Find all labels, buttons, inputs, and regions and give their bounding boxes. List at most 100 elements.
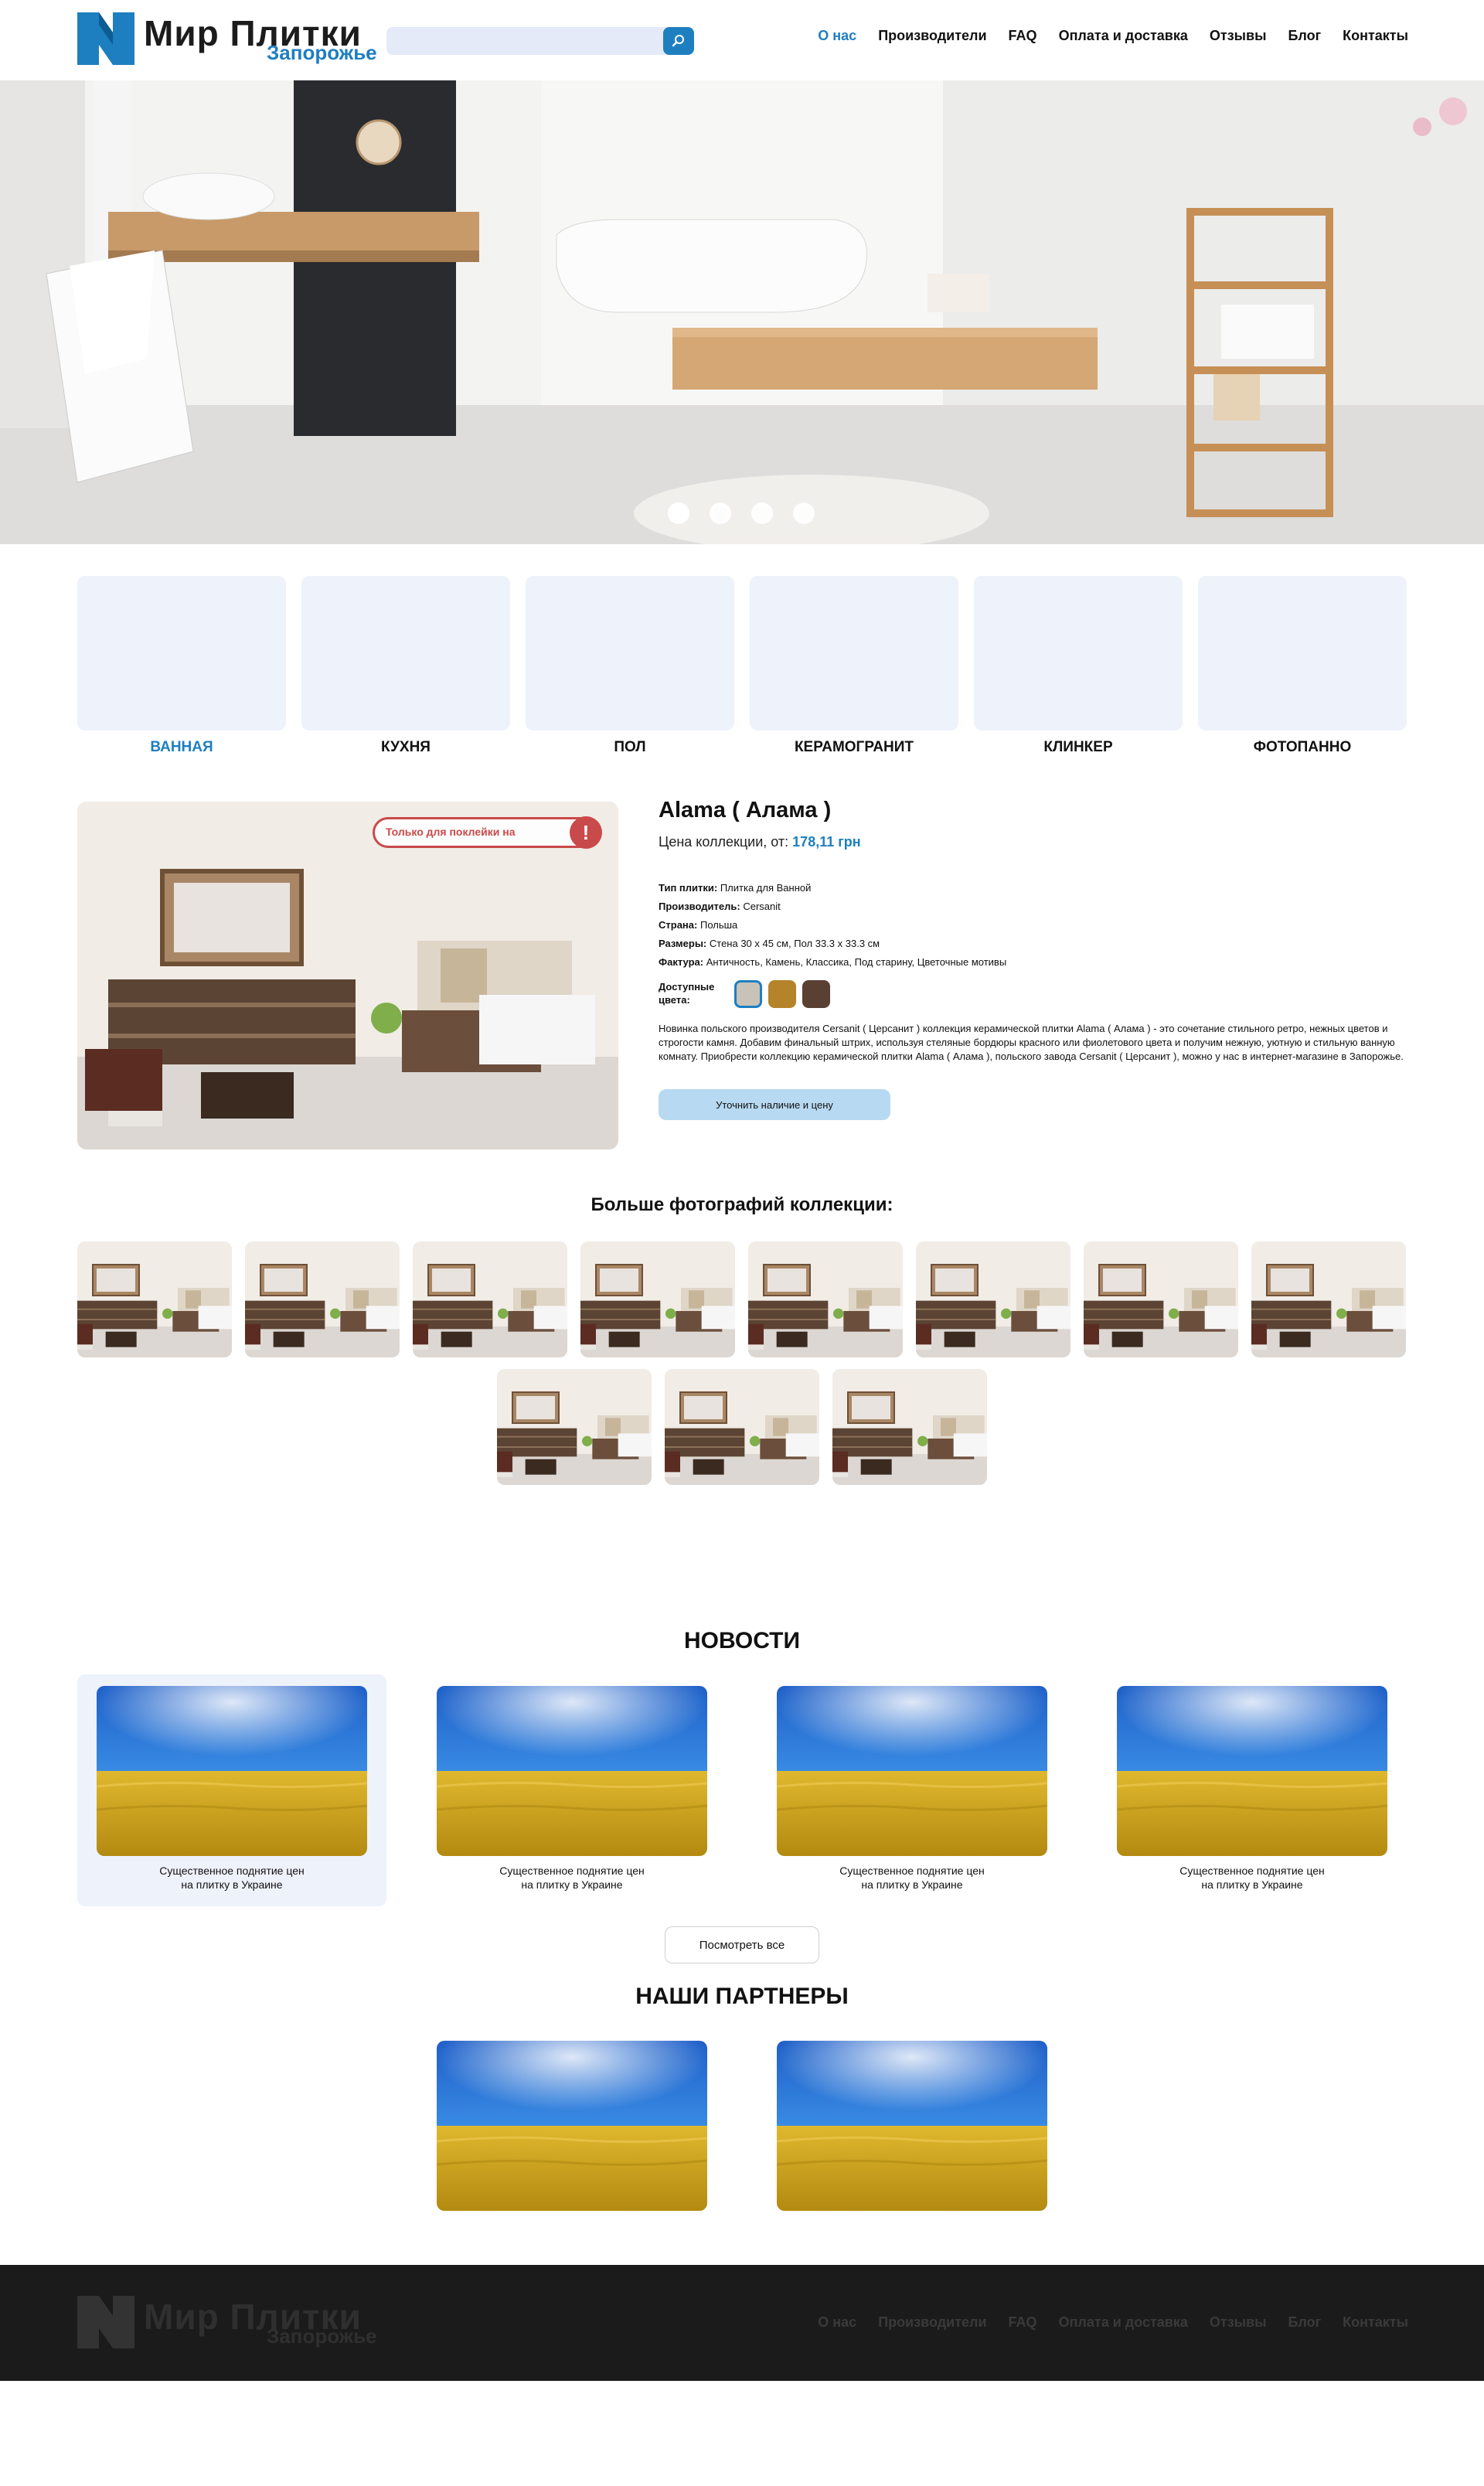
category-image [77,576,286,730]
search-button[interactable] [663,27,694,55]
slider-dot-2[interactable] [710,502,731,524]
category-label: КУХНЯ [381,739,431,755]
footer-nav-contacts[interactable]: Контакты [1343,2314,1408,2331]
nav-payment-delivery[interactable]: Оплата и доставка [1059,28,1188,44]
color-swatch-grey[interactable] [734,980,762,1008]
footer-nav-about[interactable]: О нас [818,2314,856,2331]
gallery-thumbnail[interactable] [1084,1241,1238,1357]
spec-manufacturer: Производитель: Cersanit [659,901,781,912]
slider-dot-3[interactable] [751,502,773,524]
category-label: КЕРАМОГРАНИТ [794,739,914,755]
check-availability-button[interactable]: Уточнить наличие и цену [659,1089,890,1120]
partner-logo[interactable] [437,2041,707,2211]
nav-about[interactable]: О нас [818,28,856,44]
news-image [437,1686,707,1856]
logo-mark-icon [77,2296,134,2348]
exclamation-icon: ! [570,816,602,849]
site-logo[interactable]: Мир Плитки Запорожье [77,12,379,66]
spec-type: Тип плитки: Плитка для Ванной [659,882,811,894]
search-icon [672,35,684,47]
nav-faq[interactable]: FAQ [1009,28,1037,44]
footer-nav-faq[interactable]: FAQ [1009,2314,1037,2331]
gallery-thumbnail[interactable] [665,1369,819,1485]
category-photopanel[interactable]: ФОТОПАННО [1198,576,1407,758]
sticker-warning: Только для поклейки на ! [373,816,602,849]
product-main-image[interactable]: Только для поклейки на ! [77,802,618,1149]
gallery-thumbnail[interactable] [916,1241,1070,1357]
footer-nav: О нас Производители FAQ Оплата и доставк… [818,2314,1408,2331]
slider-dot-1[interactable] [668,502,689,524]
gallery-thumbnail[interactable] [832,1369,987,1485]
hero-bathroom-image [0,80,1484,544]
gallery-thumbnail[interactable] [245,1241,400,1357]
main-nav: О нас Производители FAQ Оплата и доставк… [818,28,1408,44]
category-clinker[interactable]: КЛИНКЕР [974,576,1183,758]
footer-nav-blog[interactable]: Блог [1288,2314,1321,2331]
slider-dot-4[interactable] [793,502,815,524]
spec-value: Польша [699,919,738,931]
nav-blog[interactable]: Блог [1288,28,1321,44]
footer-nav-manufacturers[interactable]: Производители [878,2314,986,2331]
color-swatch-brown[interactable] [802,980,830,1008]
news-card[interactable]: Существенное поднятие цен на плитку в Укр… [77,1674,386,1906]
news-card[interactable]: Существенное поднятие цен на плитку в Укр… [1098,1674,1407,1906]
slider-dots [668,502,815,524]
category-kitchen[interactable]: КУХНЯ [301,576,510,758]
category-image [750,576,958,730]
category-porcelain[interactable]: КЕРАМОГРАНИТ [750,576,958,758]
search-bar [386,27,694,55]
news-caption: Существенное поднятие цен на плитку в Укр… [839,1864,985,1891]
footer-logo[interactable]: Мир Плитки Запорожье [77,2296,379,2350]
spec-value: Плитка для Ванной [720,882,812,894]
colors-label-line1: Доступные [659,981,715,993]
color-swatch-ochre[interactable] [768,980,796,1008]
footer-nav-payment-delivery[interactable]: Оплата и доставка [1059,2314,1188,2331]
footer-logo-subtitle: Запорожье [267,2324,377,2348]
news-image [777,1686,1047,1856]
partner-logo[interactable] [777,2041,1047,2211]
category-image [1198,576,1407,730]
news-card[interactable]: Существенное поднятие цен на плитку в Укр… [757,1674,1067,1906]
gallery-thumbnail[interactable] [497,1369,652,1485]
gallery-thumbnail[interactable] [748,1241,903,1357]
category-floor[interactable]: ПОЛ [526,576,734,758]
spec-sizes: Размеры: Стена 30 х 45 см, Пол 33.3 х 33… [659,938,880,949]
news-card[interactable]: Существенное поднятие цен на плитку в Укр… [417,1674,727,1906]
footer-nav-reviews[interactable]: Отзывы [1210,2314,1267,2331]
category-image [974,576,1183,730]
news-caption: Существенное поднятие цен на плитку в Укр… [1179,1864,1325,1891]
colors-label: Доступные цвета: [659,980,714,1006]
spec-key: Размеры: [659,938,707,949]
product-description: Новинка польского производителя Cersanit… [659,1023,1404,1062]
search-input[interactable] [386,27,657,55]
logo-mark-icon [77,12,134,65]
gallery-thumbnail[interactable] [1251,1241,1406,1357]
nav-manufacturers[interactable]: Производители [878,28,986,44]
colors-label-line2: цвета: [659,994,690,1006]
product-price: Цена коллекции, от: 178,11 грн [659,834,861,850]
category-label: ФОТОПАННО [1253,739,1352,755]
nav-contacts[interactable]: Контакты [1343,28,1408,44]
category-bathroom[interactable]: ВАННАЯ [77,576,286,758]
spec-country: Страна: Польша [659,919,737,931]
news-image [97,1686,367,1856]
category-image [526,576,734,730]
gallery-thumbnail[interactable] [77,1241,232,1357]
site-header: Мир Плитки Запорожье О нас Производители… [0,0,1484,80]
news-caption: Существенное поднятие цен на плитку в Укр… [499,1864,645,1891]
gallery-title: Больше фотографий коллекции: [591,1194,893,1215]
category-label: ВАННАЯ [150,739,213,755]
gallery-thumbnail[interactable] [580,1241,735,1357]
category-label: КЛИНКЕР [1043,739,1113,755]
spec-key: Фактура: [659,956,704,968]
gallery-thumbnail[interactable] [413,1241,567,1357]
price-label: Цена коллекции, от: [659,834,789,850]
spec-key: Страна: [659,919,698,931]
nav-reviews[interactable]: Отзывы [1210,28,1267,44]
logo-subtitle: Запорожье [267,41,377,64]
view-all-news-button[interactable]: Посмотреть все [665,1926,819,1963]
category-image [301,576,510,730]
spec-value: Античность, Камень, Классика, Под старин… [706,956,1007,968]
price-value: 178,11 грн [792,834,861,850]
hero-slider[interactable] [0,80,1484,544]
